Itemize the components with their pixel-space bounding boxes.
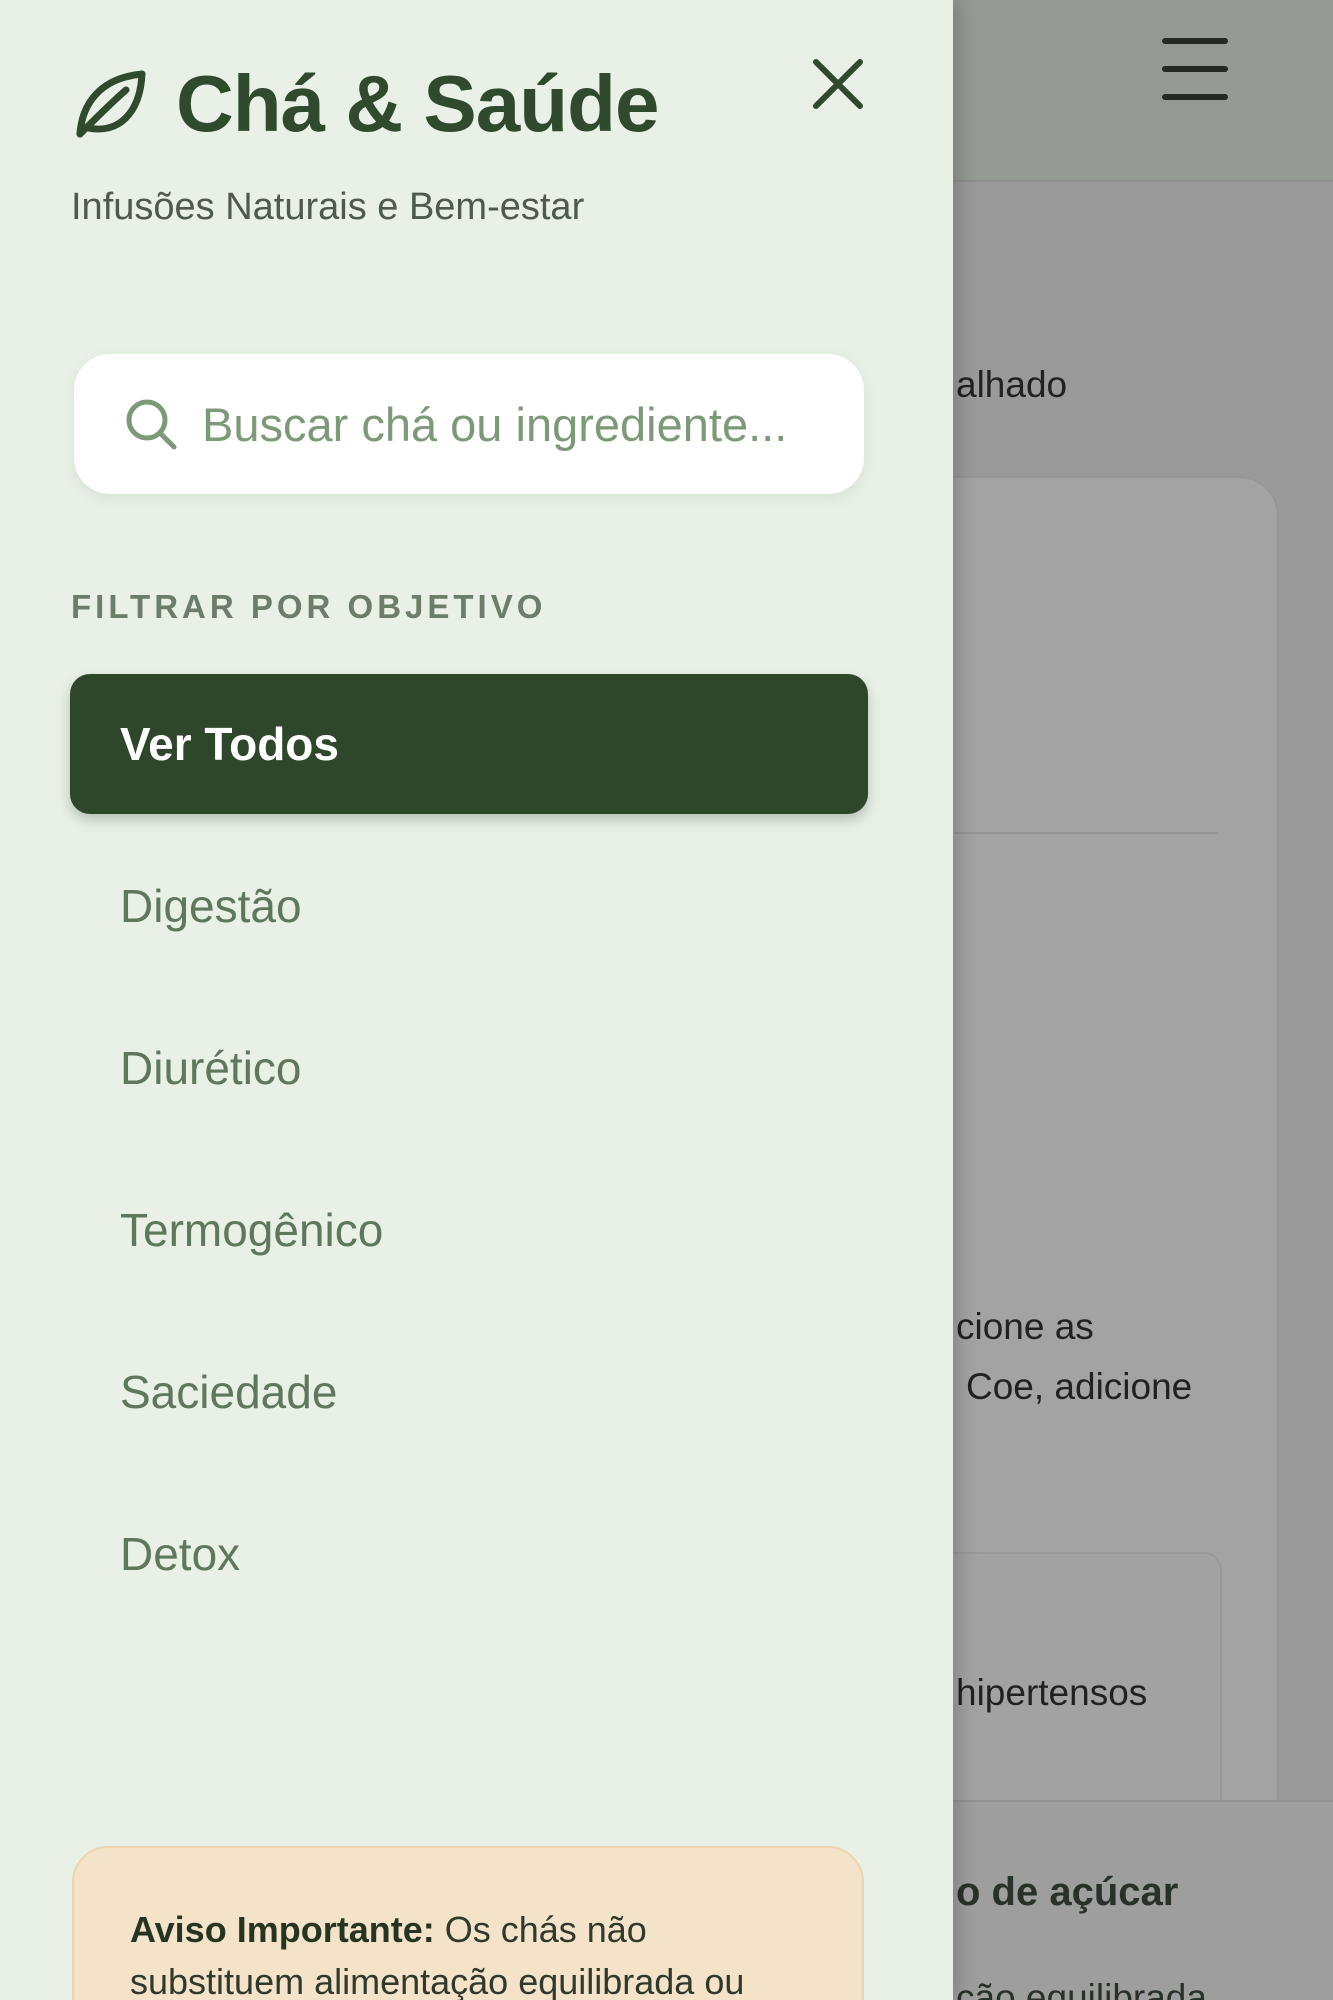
filter-item-saciedade[interactable]: Saciedade — [70, 1322, 868, 1462]
close-button[interactable] — [808, 54, 868, 114]
brand-subtitle: Infusões Naturais e Bem-estar — [71, 186, 585, 228]
side-drawer: Chá & Saúde Infusões Naturais e Bem-esta… — [0, 0, 953, 2000]
notice-title: Aviso Importante: — [130, 1909, 435, 1950]
brand-title: Chá & Saúde — [176, 59, 659, 148]
filter-list: Ver Todos Digestão Diurético Termogênico… — [70, 674, 868, 1646]
search-box[interactable] — [74, 354, 864, 494]
filter-item-diuretico[interactable]: Diurético — [70, 998, 868, 1138]
brand: Chá & Saúde — [70, 58, 659, 150]
important-notice: Aviso Importante: Os chás não substituem… — [72, 1846, 864, 2000]
leaf-icon — [76, 70, 146, 138]
app-viewport: alhado cione as Coe, adicione hipertenso… — [0, 0, 1333, 2000]
filter-section-label: FILTRAR POR OBJETIVO — [71, 588, 547, 625]
filter-item-digestao[interactable]: Digestão — [70, 836, 868, 976]
search-input[interactable] — [202, 396, 812, 452]
filter-item-detox[interactable]: Detox — [70, 1484, 868, 1624]
search-icon — [126, 399, 177, 450]
filter-item-ver-todos[interactable]: Ver Todos — [70, 674, 868, 814]
filter-item-termogenico[interactable]: Termogênico — [70, 1160, 868, 1300]
close-icon — [813, 59, 863, 109]
